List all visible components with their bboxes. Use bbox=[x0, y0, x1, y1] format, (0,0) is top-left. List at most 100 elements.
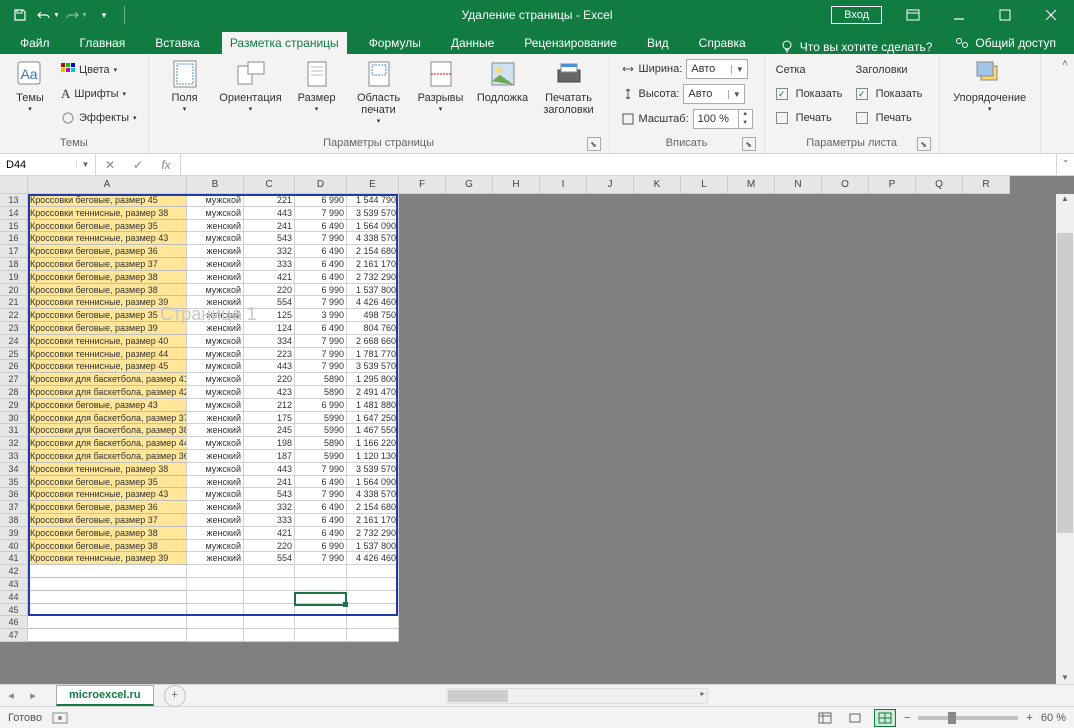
cell[interactable]: 6 490 bbox=[295, 271, 347, 284]
cell[interactable]: 7 990 bbox=[295, 335, 347, 348]
orientation-button[interactable]: Ориентация▾ bbox=[219, 58, 283, 114]
cell[interactable]: Кроссовки теннисные, размер 43 bbox=[28, 488, 187, 501]
cell[interactable] bbox=[28, 616, 187, 629]
cell[interactable]: Кроссовки беговые, размер 43 bbox=[28, 399, 187, 412]
row-header[interactable]: 47 bbox=[0, 629, 28, 642]
cell[interactable]: женский bbox=[187, 258, 244, 271]
cell[interactable] bbox=[244, 565, 295, 578]
minimize-icon[interactable] bbox=[936, 0, 982, 30]
cell[interactable]: женский bbox=[187, 220, 244, 233]
cell[interactable]: Кроссовки беговые, размер 35 bbox=[28, 220, 187, 233]
select-all-button[interactable] bbox=[0, 176, 28, 194]
cell[interactable]: 1 564 090 bbox=[347, 220, 399, 233]
cell[interactable]: Кроссовки беговые, размер 37 bbox=[28, 514, 187, 527]
cell[interactable]: мужской bbox=[187, 386, 244, 399]
margins-button[interactable]: Поля▾ bbox=[157, 58, 213, 114]
cell[interactable]: 7 990 bbox=[295, 552, 347, 565]
cell[interactable]: мужской bbox=[187, 232, 244, 245]
cell[interactable]: Кроссовки теннисные, размер 39 bbox=[28, 296, 187, 309]
cell[interactable]: 220 bbox=[244, 284, 295, 297]
tab-Вид[interactable]: Вид bbox=[639, 32, 677, 54]
cell[interactable]: 543 bbox=[244, 232, 295, 245]
grid-show-check[interactable]: ✓Показать bbox=[773, 87, 847, 101]
col-header[interactable]: L bbox=[681, 176, 728, 194]
row-header[interactable]: 23 bbox=[0, 322, 28, 335]
col-header[interactable]: N bbox=[775, 176, 822, 194]
cell[interactable]: 6 490 bbox=[295, 322, 347, 335]
cell[interactable]: женский bbox=[187, 322, 244, 335]
cell[interactable]: мужской bbox=[187, 284, 244, 297]
cell[interactable]: мужской bbox=[187, 399, 244, 412]
row-header[interactable]: 28 bbox=[0, 386, 28, 399]
cell[interactable]: 6 490 bbox=[295, 476, 347, 489]
enter-formula-icon[interactable]: ✓ bbox=[124, 158, 152, 172]
ribbon-display-icon[interactable] bbox=[890, 0, 936, 30]
signin-button[interactable]: Вход bbox=[831, 6, 882, 24]
tab-Файл[interactable]: Файл bbox=[12, 32, 58, 54]
sheet-options-launcher[interactable]: ⬊ bbox=[917, 137, 931, 151]
row-header[interactable]: 41 bbox=[0, 552, 28, 565]
cell[interactable]: Кроссовки беговые, размер 35 bbox=[28, 309, 187, 322]
cell[interactable]: мужской bbox=[187, 463, 244, 476]
col-header[interactable]: A bbox=[28, 176, 187, 194]
tab-scroll-left[interactable]: ◂ bbox=[0, 689, 22, 702]
col-header[interactable]: B bbox=[187, 176, 244, 194]
col-header[interactable]: D bbox=[295, 176, 347, 194]
row-header[interactable]: 38 bbox=[0, 514, 28, 527]
share-button[interactable]: Общий доступ bbox=[949, 32, 1062, 54]
cancel-formula-icon[interactable]: ✕ bbox=[96, 158, 124, 172]
formula-expand-icon[interactable]: ⌄ bbox=[1056, 154, 1074, 175]
cell[interactable] bbox=[295, 629, 347, 642]
zoom-slider[interactable] bbox=[918, 716, 1018, 720]
arrange-button[interactable]: Упорядочение▾ bbox=[948, 58, 1032, 114]
row-header[interactable]: 18 bbox=[0, 258, 28, 271]
save-icon[interactable] bbox=[8, 3, 32, 27]
size-button[interactable]: Размер▾ bbox=[289, 58, 345, 114]
row-header[interactable]: 40 bbox=[0, 540, 28, 553]
cell[interactable]: 7 990 bbox=[295, 348, 347, 361]
cell[interactable]: 3 990 bbox=[295, 309, 347, 322]
qat-customize-icon[interactable]: ▾ bbox=[92, 3, 116, 27]
fonts-button[interactable]: AШрифты ▾ bbox=[58, 85, 140, 103]
cell[interactable]: 554 bbox=[244, 552, 295, 565]
row-header[interactable]: 26 bbox=[0, 360, 28, 373]
cell[interactable]: женский bbox=[187, 527, 244, 540]
row-header[interactable]: 14 bbox=[0, 207, 28, 220]
tell-me[interactable]: Что вы хотите сделать? bbox=[780, 40, 933, 54]
cell[interactable]: 7 990 bbox=[295, 296, 347, 309]
cell[interactable]: 332 bbox=[244, 501, 295, 514]
cell[interactable] bbox=[28, 629, 187, 642]
cell[interactable] bbox=[28, 565, 187, 578]
cell[interactable]: 5890 bbox=[295, 437, 347, 450]
cell[interactable]: 7 990 bbox=[295, 463, 347, 476]
cell[interactable]: 5990 bbox=[295, 450, 347, 463]
cell[interactable]: 421 bbox=[244, 271, 295, 284]
row-header[interactable]: 39 bbox=[0, 527, 28, 540]
redo-icon[interactable]: ▼ bbox=[64, 3, 88, 27]
cell[interactable]: Кроссовки беговые, размер 36 bbox=[28, 245, 187, 258]
col-header[interactable]: I bbox=[540, 176, 587, 194]
cell[interactable] bbox=[347, 616, 399, 629]
cell[interactable]: 124 bbox=[244, 322, 295, 335]
col-header[interactable]: C bbox=[244, 176, 295, 194]
cell[interactable]: 2 668 660 bbox=[347, 335, 399, 348]
cell[interactable]: мужской bbox=[187, 488, 244, 501]
cell[interactable]: 1 564 090 bbox=[347, 476, 399, 489]
fit-height-combo[interactable]: Авто▼ bbox=[683, 84, 745, 104]
cell[interactable]: Кроссовки теннисные, размер 38 bbox=[28, 207, 187, 220]
row-header[interactable]: 21 bbox=[0, 296, 28, 309]
cell[interactable]: 2 732 290 bbox=[347, 271, 399, 284]
cell[interactable]: 1 481 880 bbox=[347, 399, 399, 412]
cell[interactable]: 4 426 460 bbox=[347, 296, 399, 309]
print-titles-button[interactable]: Печатать заголовки bbox=[537, 58, 601, 116]
row-header[interactable]: 42 bbox=[0, 565, 28, 578]
themes-button[interactable]: Aa Темы▾ bbox=[8, 58, 52, 114]
worksheet-area[interactable]: ABCDEFGHIJKLMNOPQR 13Кроссовки беговые, … bbox=[0, 176, 1074, 684]
row-header[interactable]: 29 bbox=[0, 399, 28, 412]
row-header[interactable]: 35 bbox=[0, 476, 28, 489]
cell[interactable]: 2 161 170 bbox=[347, 258, 399, 271]
row-header[interactable]: 16 bbox=[0, 232, 28, 245]
row-header[interactable]: 43 bbox=[0, 578, 28, 591]
cell[interactable] bbox=[187, 629, 244, 642]
col-header[interactable]: K bbox=[634, 176, 681, 194]
